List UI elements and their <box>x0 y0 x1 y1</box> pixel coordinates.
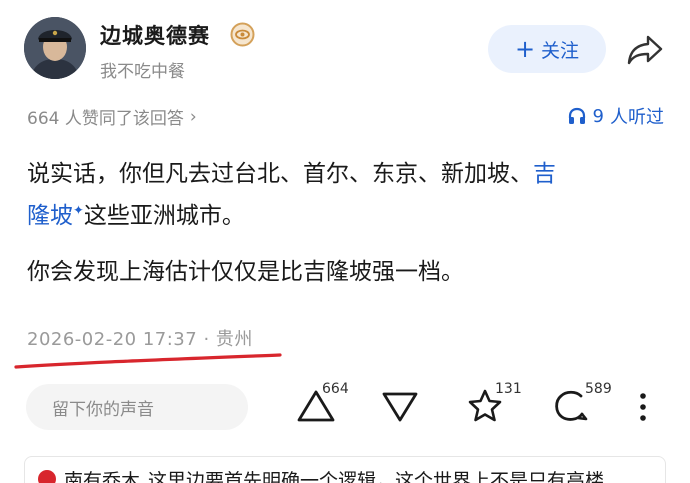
answer-text-rest: 这些亚洲城市。 <box>83 203 245 229</box>
listen-label: 人听过 <box>610 107 664 128</box>
answer-paragraph-2: 你会发现上海估计仅仅是比吉隆坡强一档。 <box>27 259 464 285</box>
avatar[interactable] <box>24 17 86 79</box>
comment-preview-text: 这里边要首先明确一个逻辑，这个世界上不是只有高楼 <box>148 470 605 483</box>
answer-content: 说实话，你但凡去过台北、首尔、东京、新加坡、吉 隆坡✦这些亚洲城市。 你会发现上… <box>27 153 667 307</box>
meta-separator: · <box>203 329 210 350</box>
follow-label: 关注 <box>541 39 580 62</box>
author-bio: 我不吃中餐 <box>100 62 185 82</box>
more-vertical-icon <box>640 393 646 421</box>
badge-icon <box>230 22 255 47</box>
upvote-count: 664 <box>322 381 349 397</box>
commenter-name: 南有乔木 <box>64 470 141 483</box>
listen-button[interactable]: 9 人听过 <box>567 103 664 129</box>
plus-icon: + <box>514 35 536 63</box>
answer-text: 说实话，你但凡去过台北、首尔、东京、新加坡、 <box>27 161 533 187</box>
city-link-continued[interactable]: 隆坡 <box>27 203 73 229</box>
city-link[interactable]: 吉 <box>533 161 556 187</box>
red-underline <box>14 353 282 369</box>
downvote-triangle-icon <box>382 392 418 422</box>
headphones-icon <box>568 107 585 124</box>
post-meta: 2026-02-20 17:37 · 贵州 <box>27 325 253 351</box>
answer-header: 边城奥德赛 我不吃中餐 + 关注 <box>0 0 690 95</box>
comment-input[interactable]: 留下你的声音 <box>26 384 248 430</box>
answer-paragraph: 说实话，你但凡去过台北、首尔、东京、新加坡、吉 隆坡✦这些亚洲城市。 <box>27 153 667 237</box>
comment-preview[interactable]: 南有乔木 这里边要首先明确一个逻辑，这个世界上不是只有高楼 <box>38 466 678 483</box>
vote-summary[interactable]: 664 人赞同了该回答 › <box>27 104 197 130</box>
listen-count: 9 <box>592 105 604 127</box>
favorite-count: 131 <box>495 381 522 397</box>
post-datetime: 2026-02-20 17:37 <box>27 329 198 350</box>
author-name[interactable]: 边城奥德赛 <box>100 20 210 50</box>
commenter-avatar <box>38 470 56 483</box>
comment-count: 589 <box>585 381 612 397</box>
downvote-button[interactable] <box>381 388 419 424</box>
post-location: 贵州 <box>215 329 253 350</box>
follow-button[interactable]: + 关注 <box>488 25 606 73</box>
vote-summary-text: 664 人赞同了该回答 <box>27 109 184 129</box>
more-options-button[interactable] <box>636 392 650 422</box>
link-marker-icon: ✦ <box>73 203 84 219</box>
chevron-right-icon: › <box>189 106 197 127</box>
share-icon[interactable] <box>626 34 664 66</box>
